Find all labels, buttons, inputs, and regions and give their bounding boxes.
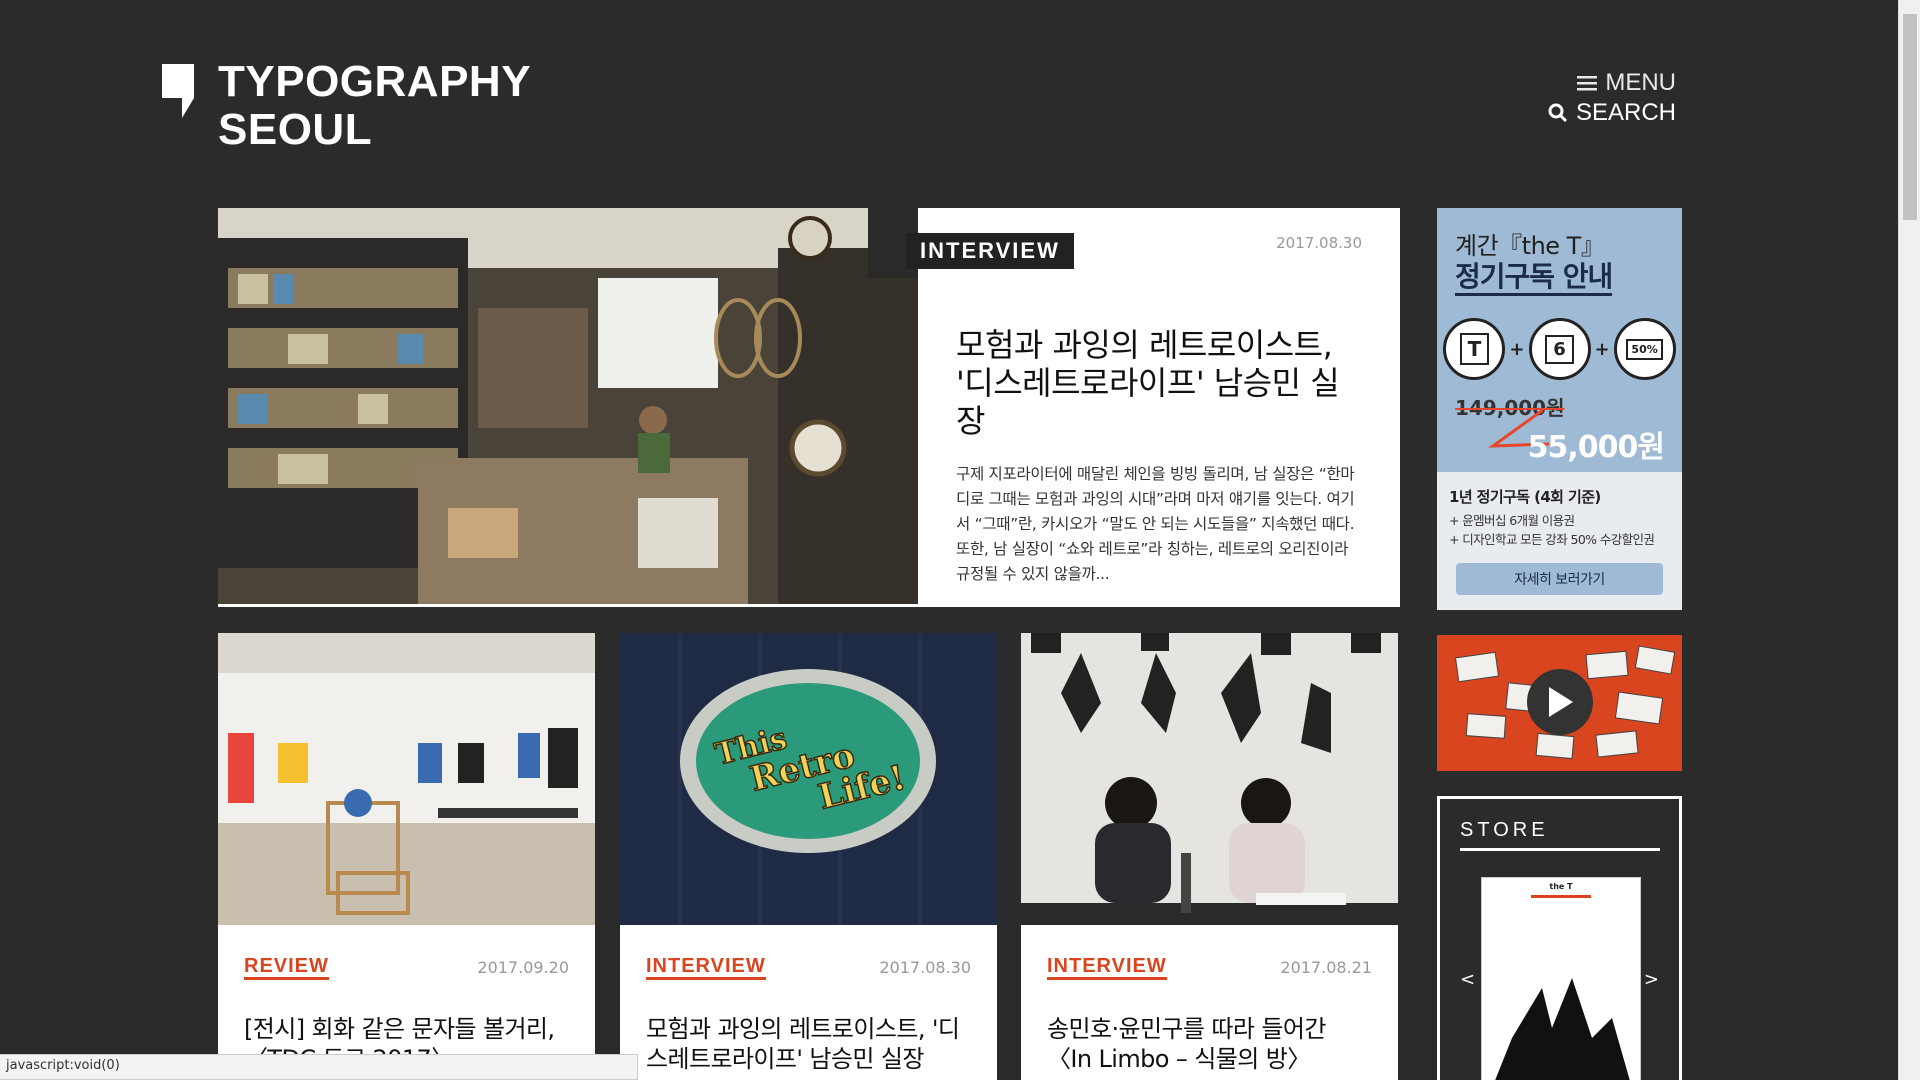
card-title[interactable]: 송민호·윤민구를 따라 들어간 〈In Limbo – 식물의 방〉	[1021, 1014, 1398, 1074]
card-image[interactable]	[218, 633, 595, 925]
featured-excerpt: 구제 지포라이터에 매달린 체인을 빙빙 돌리며, 남 실장은 “한마디로 그때…	[956, 465, 1355, 583]
subscription-banner[interactable]: 계간『the T』 정기구독 안내 T + 6 + 50% 149,000원 5…	[1437, 208, 1682, 610]
article-card[interactable]: This Retro Life! INTERVIEW 2017.08.30 모험…	[620, 633, 997, 1080]
featured-date: 2017.08.30	[1276, 234, 1362, 252]
menu-button[interactable]: MENU	[1548, 68, 1676, 98]
calendar-icon-label: 6	[1545, 334, 1574, 364]
ad-heading: 계간『the T』 정기구독 안내	[1437, 208, 1682, 296]
search-icon	[1548, 103, 1568, 123]
ad-benefit-2: + 디자인학교 모든 강좌 50% 수강할인권	[1449, 532, 1655, 547]
retro-sign-image: This Retro Life!	[620, 633, 997, 925]
play-button[interactable]	[1527, 669, 1593, 735]
logo-line1: TYPOGRAPHY	[218, 57, 532, 106]
menu-label: MENU	[1605, 69, 1676, 96]
ad-title-line2: 정기구독 안내	[1455, 261, 1613, 296]
ad-benefit-icons: T + 6 + 50%	[1437, 318, 1682, 380]
designers-photo-image	[1021, 633, 1398, 925]
search-button[interactable]: SEARCH	[1548, 98, 1676, 128]
store-widget: STORE < > the T	[1437, 796, 1682, 1080]
store-product-image[interactable]: the T	[1481, 877, 1641, 1080]
store-prev-button[interactable]: <	[1460, 969, 1475, 990]
search-label: SEARCH	[1575, 99, 1676, 126]
book-cover-rule	[1531, 895, 1591, 898]
featured-category-badge[interactable]: INTERVIEW	[906, 233, 1074, 269]
logo-line2: SEOUL	[218, 105, 373, 154]
site-logo[interactable]: TYPOGRAPHY SEOUL	[162, 58, 531, 154]
card-image[interactable]	[1021, 633, 1398, 925]
video-banner[interactable]	[1437, 635, 1682, 771]
logo-text: TYPOGRAPHY SEOUL	[218, 58, 531, 154]
plus-icon: +	[1594, 338, 1610, 360]
logo-mark-icon	[162, 64, 194, 118]
page-scrollbar[interactable]	[1898, 0, 1920, 1080]
card-date: 2017.08.21	[1280, 958, 1372, 977]
card-image[interactable]: This Retro Life!	[620, 633, 997, 925]
book-cover-art-icon	[1495, 978, 1630, 1080]
ad-subtitle: 1년 정기구독 (4회 기준)	[1449, 488, 1601, 506]
featured-image[interactable]	[218, 208, 918, 604]
magazine-icon: T	[1443, 318, 1506, 380]
ad-title-line1: 계간『the T』	[1455, 232, 1605, 260]
card-category[interactable]: REVIEW	[244, 955, 329, 980]
article-card[interactable]: INTERVIEW 2017.08.21 송민호·윤민구를 따라 들어간 〈In…	[1021, 633, 1398, 1080]
hamburger-icon	[1577, 76, 1598, 91]
featured-body: INTERVIEW 2017.08.30 모험과 과잉의 레트로이스트, '디스…	[906, 208, 1400, 607]
card-category[interactable]: INTERVIEW	[646, 955, 766, 980]
top-nav: MENU SEARCH	[1548, 68, 1676, 128]
card-category[interactable]: INTERVIEW	[1047, 955, 1167, 980]
card-meta: INTERVIEW 2017.08.30	[620, 955, 997, 980]
gallery-photo-image	[218, 633, 595, 925]
card-meta: INTERVIEW 2017.08.21	[1021, 955, 1398, 980]
ad-benefit-1: + 윤멤버십 6개월 이용권	[1449, 513, 1575, 528]
card-date: 2017.08.30	[879, 958, 971, 977]
article-card[interactable]: REVIEW 2017.09.20 [전시] 회화 같은 문자들 볼거리, 〈T…	[218, 633, 595, 1080]
ad-new-price: 55,000원	[1527, 430, 1665, 465]
scrollbar-thumb[interactable]	[1903, 14, 1917, 220]
play-icon	[1549, 687, 1573, 717]
featured-title[interactable]: 모험과 과잉의 레트로이스트, '디스레트로라이프' 남승민 실장	[956, 326, 1364, 440]
store-title: STORE	[1460, 819, 1660, 851]
ad-details-button[interactable]: 자세히 보러가기	[1456, 563, 1663, 595]
store-next-button[interactable]: >	[1644, 969, 1659, 990]
ad-details: 1년 정기구독 (4회 기준) + 윤멤버십 6개월 이용권 + 디자인학교 모…	[1437, 472, 1682, 610]
coupon-icon: 50%	[1613, 318, 1676, 380]
featured-article[interactable]: INTERVIEW 2017.08.30 모험과 과잉의 레트로이스트, '디스…	[218, 208, 1400, 607]
plus-icon: +	[1509, 338, 1525, 360]
book-cover-title: the T	[1549, 882, 1573, 891]
card-meta: REVIEW 2017.09.20	[218, 955, 595, 980]
card-title[interactable]: 모험과 과잉의 레트로이스트, '디스레트로라이프' 남승민 실장	[620, 1014, 997, 1074]
status-bar: javascript:void(0)	[0, 1054, 638, 1080]
shop-photo-image	[218, 208, 918, 604]
coupon-icon-label: 50%	[1626, 338, 1663, 360]
magazine-icon-label: T	[1459, 333, 1490, 365]
card-date: 2017.09.20	[477, 958, 569, 977]
calendar-icon: 6	[1528, 318, 1591, 380]
